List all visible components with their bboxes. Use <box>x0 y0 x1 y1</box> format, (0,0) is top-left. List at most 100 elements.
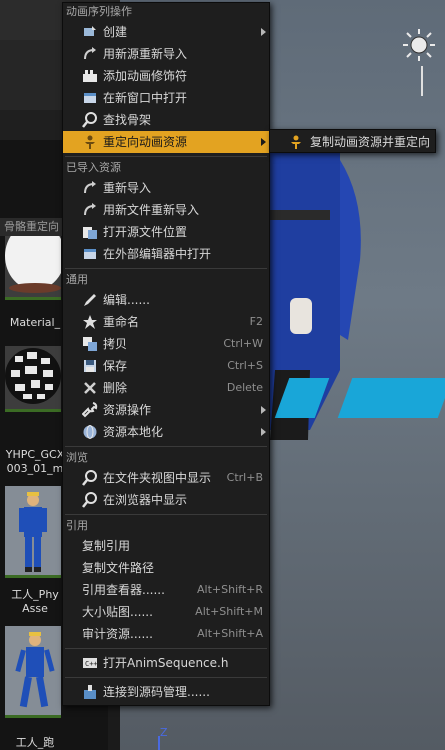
asset-thumbnail[interactable] <box>5 346 61 412</box>
menu-item-reimport-new-source[interactable]: 用新源重新导入 <box>63 43 269 65</box>
menu-item-open-external-editor[interactable]: 在外部编辑器中打开 <box>63 243 269 265</box>
menu-divider <box>65 446 267 447</box>
asset-thumbnail[interactable] <box>5 222 65 300</box>
submenu-arrow-icon <box>261 428 266 436</box>
menu-item-label: 资源本地化 <box>103 425 164 439</box>
retarget-submenu: 复制动画资源并重定向 <box>269 129 436 153</box>
section-header-anim-actions: 动画序列操作 <box>66 5 132 18</box>
menu-item-reimport-new-file[interactable]: 用新文件重新导入 <box>63 199 269 221</box>
menu-item-connect-source-control[interactable]: 连接到源码管理...... <box>63 681 269 703</box>
axis-z-label: Z <box>160 726 168 739</box>
menu-item-reference-viewer[interactable]: 引用查看器...... Alt+Shift+R <box>63 579 269 601</box>
menu-item-label: 资源操作 <box>103 403 152 417</box>
menu-item-label: 复制动画资源并重定向 <box>310 135 431 149</box>
menu-item-find-skeleton[interactable]: 查找骨架 <box>63 109 269 131</box>
menu-divider <box>65 156 267 157</box>
menu-item-save[interactable]: 保存 Ctrl+S <box>63 355 269 377</box>
menu-item-label: 用新源重新导入 <box>103 47 188 61</box>
menu-item-label: 查找骨架 <box>103 113 152 127</box>
shortcut-label: Alt+Shift+M <box>195 605 263 618</box>
retarget-duplicate-icon <box>291 135 301 149</box>
character-hand <box>290 298 312 334</box>
menu-item-size-map[interactable]: 大小贴图...... Alt+Shift+M <box>63 601 269 623</box>
floor-marker <box>337 378 445 418</box>
globe-icon <box>83 425 97 439</box>
menu-item-label: 在新窗口中打开 <box>103 91 188 105</box>
asset-label: 工人_跑 <box>15 736 55 749</box>
asset-label: 003_01_m <box>6 462 64 475</box>
menu-item-asset-actions[interactable]: 资源操作 <box>63 399 269 421</box>
shortcut-label: Alt+Shift+R <box>197 583 263 596</box>
menu-item-show-in-folder-view[interactable]: 在文件夹视图中显示 Ctrl+B <box>63 467 269 489</box>
submenu-arrow-icon <box>261 28 266 36</box>
menu-item-label: 添加动画修饰符 <box>103 69 188 83</box>
open-window-icon <box>84 93 96 103</box>
source-control-icon <box>84 685 96 699</box>
section-header-references: 引用 <box>66 519 88 532</box>
menu-item-label: 用新文件重新导入 <box>103 203 200 217</box>
section-header-browse: 浏览 <box>66 451 88 464</box>
create-icon <box>84 26 96 36</box>
directional-light-icon[interactable] <box>402 28 436 62</box>
menu-divider <box>65 648 267 649</box>
menu-item-label: 打开AnimSequence.h <box>103 656 229 670</box>
menu-item-copy-reference[interactable]: 复制引用 <box>63 535 269 557</box>
edit-icon <box>84 294 96 306</box>
material-sphere-icon <box>5 222 65 293</box>
menu-item-label: 重定向动画资源 <box>103 135 188 149</box>
menu-item-label: 重新导入 <box>103 181 152 195</box>
section-header-imported-assets: 已导入资源 <box>66 161 121 174</box>
menu-item-reimport[interactable]: 重新导入 <box>63 177 269 199</box>
menu-item-rename[interactable]: 重命名 F2 <box>63 311 269 333</box>
reimport-icon <box>84 47 96 60</box>
modifier-icon <box>83 70 97 82</box>
shortcut-label: F2 <box>249 315 263 328</box>
external-editor-icon <box>84 249 96 259</box>
menu-item-label: 在浏览器中显示 <box>103 493 188 507</box>
retarget-icon <box>85 135 95 149</box>
menu-item-audit-assets[interactable]: 审计资源...... Alt+Shift+A <box>63 623 269 645</box>
asset-thumbnail[interactable] <box>5 486 61 578</box>
menu-item-label: 大小贴图...... <box>82 605 153 619</box>
shortcut-label: Delete <box>226 381 263 394</box>
copy-icon <box>83 337 97 351</box>
menu-item-show-in-browser[interactable]: 在浏览器中显示 <box>63 489 269 511</box>
search-icon <box>82 492 97 508</box>
menu-item-delete[interactable]: 删除 Delete <box>63 377 269 399</box>
menu-item-label: 重命名 <box>103 315 140 329</box>
asset-label: 工人_Phy <box>11 588 59 601</box>
menu-item-create[interactable]: 创建 <box>63 21 269 43</box>
asset-label: Asse <box>22 602 48 615</box>
menu-item-asset-localization[interactable]: 资源本地化 <box>63 421 269 443</box>
menu-item-duplicate-and-retarget[interactable]: 复制动画资源并重定向 <box>270 131 435 153</box>
menu-item-copy-file-path[interactable]: 复制文件路径 <box>63 557 269 579</box>
wrench-icon <box>82 402 98 418</box>
menu-divider <box>65 514 267 515</box>
menu-item-duplicate[interactable]: 拷贝 Ctrl+W <box>63 333 269 355</box>
menu-item-edit[interactable]: 编辑...... <box>63 289 269 311</box>
axis-z-line <box>158 736 160 750</box>
search-icon <box>82 470 97 486</box>
menu-item-label: 审计资源...... <box>82 627 153 641</box>
asset-thumbnail[interactable] <box>5 626 61 718</box>
menu-item-label: 复制文件路径 <box>82 561 155 575</box>
menu-item-label: 打开源文件位置 <box>103 225 188 239</box>
menu-item-add-modifier[interactable]: 添加动画修饰符 <box>63 65 269 87</box>
menu-item-open-source-location[interactable]: 打开源文件位置 <box>63 221 269 243</box>
menu-item-open-header-file[interactable]: C++ 打开AnimSequence.h <box>63 652 269 674</box>
worker-character-icon <box>15 632 55 708</box>
submenu-arrow-icon <box>261 406 266 414</box>
menu-divider <box>65 677 267 678</box>
light-direction-arrow <box>421 66 423 96</box>
save-icon <box>84 360 96 372</box>
menu-item-label: 创建 <box>103 25 128 39</box>
menu-item-label: 编辑...... <box>103 293 150 307</box>
delete-icon <box>84 382 96 394</box>
code-file-icon: C++ <box>83 658 98 668</box>
menu-item-retarget-anim-assets[interactable]: 重定向动画资源 <box>63 131 269 153</box>
menu-item-label: 在外部编辑器中打开 <box>103 247 212 261</box>
folder-open-icon <box>83 227 97 239</box>
asset-label: YHPC_GCX <box>5 448 65 461</box>
asset-label: Material_ <box>9 316 61 329</box>
menu-item-open-new-window[interactable]: 在新窗口中打开 <box>63 87 269 109</box>
